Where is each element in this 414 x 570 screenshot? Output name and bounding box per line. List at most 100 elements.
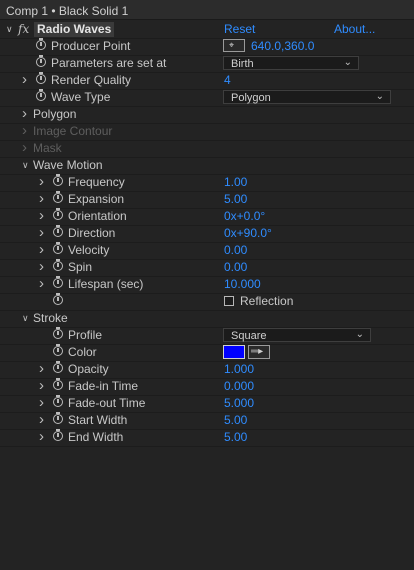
polygon-label: Polygon bbox=[33, 107, 77, 121]
fade-in-value[interactable]: 0.000 bbox=[224, 378, 254, 395]
render-quality-label: Render Quality bbox=[51, 73, 132, 87]
end-width-value[interactable]: 5.00 bbox=[224, 429, 247, 446]
end-width-label: End Width bbox=[68, 430, 124, 444]
mask-label: Mask bbox=[33, 141, 62, 155]
start-width-label: Start Width bbox=[68, 413, 128, 427]
row-velocity: Velocity 0.00 bbox=[0, 242, 414, 260]
stopwatch-icon[interactable] bbox=[36, 89, 46, 101]
row-params-set-at: Parameters are set at Birth ⌄ bbox=[0, 55, 414, 73]
stroke-label: Stroke bbox=[33, 311, 68, 325]
row-direction: Direction 0x+90.0° bbox=[0, 225, 414, 243]
row-start-width: Start Width 5.00 bbox=[0, 412, 414, 430]
reflection-label[interactable]: Reflection bbox=[240, 293, 293, 310]
effect-header[interactable]: fx Radio Waves Reset About... bbox=[0, 21, 414, 39]
stopwatch-icon[interactable] bbox=[53, 259, 63, 271]
effect-name[interactable]: Radio Waves bbox=[34, 22, 115, 37]
stopwatch-icon[interactable] bbox=[53, 174, 63, 186]
stopwatch-icon[interactable] bbox=[53, 395, 63, 407]
fade-in-label: Fade-in Time bbox=[68, 379, 139, 393]
render-quality-value[interactable]: 4 bbox=[224, 72, 231, 89]
producer-point-value[interactable]: 640.0,360.0 bbox=[251, 38, 314, 55]
profile-dropdown[interactable]: Square ⌄ bbox=[223, 328, 371, 342]
row-orientation: Orientation 0x+0.0° bbox=[0, 208, 414, 226]
frequency-value[interactable]: 1.00 bbox=[224, 174, 247, 191]
profile-label: Profile bbox=[68, 328, 103, 342]
color-label: Color bbox=[68, 345, 97, 359]
params-set-at-dropdown[interactable]: Birth ⌄ bbox=[223, 56, 359, 70]
wave-motion-label: Wave Motion bbox=[33, 158, 103, 172]
stopwatch-icon[interactable] bbox=[53, 276, 63, 288]
frequency-label: Frequency bbox=[68, 175, 125, 189]
stopwatch-icon[interactable] bbox=[53, 208, 63, 220]
producer-point-label: Producer Point bbox=[51, 39, 131, 53]
group-mask[interactable]: Mask bbox=[0, 140, 414, 158]
spin-value[interactable]: 0.00 bbox=[224, 259, 247, 276]
collapse-stroke[interactable] bbox=[22, 310, 29, 327]
group-image-contour[interactable]: Image Contour bbox=[0, 123, 414, 141]
stopwatch-icon[interactable] bbox=[36, 72, 46, 84]
expansion-label: Expansion bbox=[68, 192, 125, 206]
collapse-wave-motion[interactable] bbox=[22, 157, 29, 174]
stopwatch-icon[interactable] bbox=[53, 429, 63, 441]
crosshair-icon[interactable]: ⌖ bbox=[223, 39, 245, 52]
lifespan-value[interactable]: 10.000 bbox=[224, 276, 261, 293]
stopwatch-icon[interactable] bbox=[53, 242, 63, 254]
stopwatch-icon[interactable] bbox=[36, 55, 46, 67]
stopwatch-icon[interactable] bbox=[53, 361, 63, 373]
row-opacity: Opacity 1.000 bbox=[0, 361, 414, 379]
row-color: Color ═▸ bbox=[0, 344, 414, 362]
group-stroke[interactable]: Stroke bbox=[0, 310, 414, 328]
fx-icon[interactable]: fx bbox=[18, 21, 29, 38]
row-expansion: Expansion 5.00 bbox=[0, 191, 414, 209]
panel-title: Comp 1 • Black Solid 1 bbox=[0, 0, 414, 20]
lifespan-label: Lifespan (sec) bbox=[68, 277, 144, 291]
group-wave-motion[interactable]: Wave Motion bbox=[0, 157, 414, 175]
row-frequency: Frequency 1.00 bbox=[0, 174, 414, 192]
row-profile: Profile Square ⌄ bbox=[0, 327, 414, 345]
stopwatch-icon[interactable] bbox=[53, 378, 63, 390]
row-fade-in: Fade-in Time 0.000 bbox=[0, 378, 414, 396]
stopwatch-icon[interactable] bbox=[36, 38, 46, 50]
stopwatch-icon[interactable] bbox=[53, 191, 63, 203]
group-polygon[interactable]: Polygon bbox=[0, 106, 414, 124]
stopwatch-icon[interactable] bbox=[53, 225, 63, 237]
row-fade-out: Fade-out Time 5.000 bbox=[0, 395, 414, 413]
row-producer-point: Producer Point ⌖ 640.0,360.0 bbox=[0, 38, 414, 56]
expansion-value[interactable]: 5.00 bbox=[224, 191, 247, 208]
orientation-label: Orientation bbox=[68, 209, 127, 223]
wave-type-dropdown[interactable]: Polygon ⌄ bbox=[223, 90, 391, 104]
orientation-value[interactable]: 0x+0.0° bbox=[224, 208, 265, 225]
fade-out-value[interactable]: 5.000 bbox=[224, 395, 254, 412]
opacity-value[interactable]: 1.000 bbox=[224, 361, 254, 378]
about-link[interactable]: About... bbox=[334, 21, 375, 38]
row-wave-type: Wave Type Polygon ⌄ bbox=[0, 89, 414, 107]
reflection-checkbox[interactable] bbox=[224, 296, 234, 306]
direction-value[interactable]: 0x+90.0° bbox=[224, 225, 272, 242]
expand-end-width[interactable] bbox=[39, 429, 44, 448]
row-spin: Spin 0.00 bbox=[0, 259, 414, 277]
velocity-label: Velocity bbox=[68, 243, 110, 257]
expand-effect-toggle[interactable] bbox=[6, 21, 13, 38]
row-end-width: End Width 5.00 bbox=[0, 429, 414, 447]
chevron-down-icon: ⌄ bbox=[375, 91, 384, 102]
row-lifespan: Lifespan (sec) 10.000 bbox=[0, 276, 414, 294]
stopwatch-icon[interactable] bbox=[53, 344, 63, 356]
start-width-value[interactable]: 5.00 bbox=[224, 412, 247, 429]
stopwatch-icon[interactable] bbox=[53, 293, 63, 305]
spin-label: Spin bbox=[68, 260, 93, 274]
row-render-quality: Render Quality 4 bbox=[0, 72, 414, 90]
velocity-value[interactable]: 0.00 bbox=[224, 242, 247, 259]
stopwatch-icon[interactable] bbox=[53, 412, 63, 424]
row-reflection: Reflection bbox=[0, 293, 414, 311]
opacity-label: Opacity bbox=[68, 362, 109, 376]
color-swatch[interactable] bbox=[223, 345, 245, 359]
params-set-at-label: Parameters are set at bbox=[51, 56, 167, 70]
stopwatch-icon[interactable] bbox=[53, 327, 63, 339]
eyedropper-icon[interactable]: ═▸ bbox=[248, 345, 270, 359]
image-contour-label: Image Contour bbox=[33, 124, 113, 138]
fade-out-label: Fade-out Time bbox=[68, 396, 146, 410]
direction-label: Direction bbox=[68, 226, 116, 240]
wave-type-label: Wave Type bbox=[51, 90, 111, 104]
reset-link[interactable]: Reset bbox=[224, 21, 255, 38]
chevron-down-icon: ⌄ bbox=[343, 57, 352, 68]
